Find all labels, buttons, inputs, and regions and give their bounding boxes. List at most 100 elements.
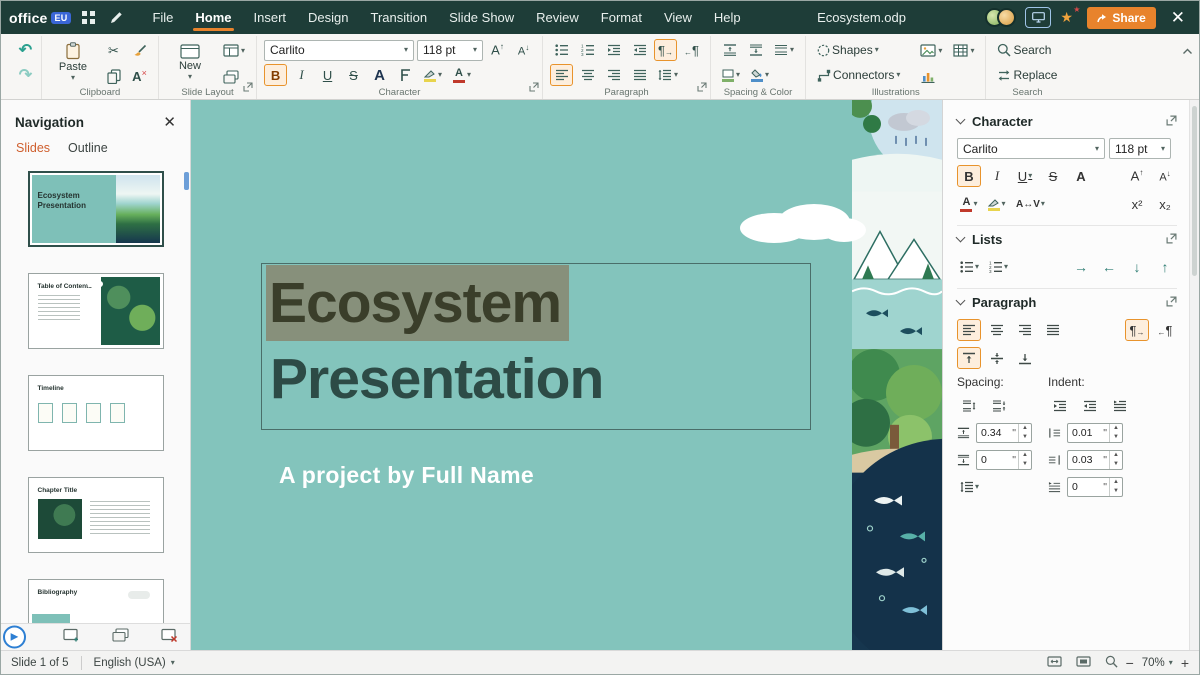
insert-image-button[interactable]: ▾ (916, 40, 946, 62)
line-spacing-button[interactable]: ▾ (654, 64, 682, 86)
title-line-2[interactable]: Presentation (266, 341, 806, 417)
sidebar-font-name-select[interactable]: Carlito ▾ (957, 138, 1105, 159)
spacing-above-input[interactable]: 0.34 " ▲▼ (976, 423, 1032, 443)
close-icon[interactable]: ✕ (1165, 9, 1191, 26)
menu-slide-show[interactable]: Slide Show (438, 1, 525, 34)
undo-button[interactable]: ↶ (14, 39, 37, 61)
zoom-out-button[interactable]: − (1126, 656, 1134, 670)
paste-button[interactable]: Paste ▾ (49, 39, 97, 85)
slide-canvas[interactable]: Ecosystem Presentation A project by Full… (191, 100, 942, 650)
bold-button[interactable]: B (264, 64, 287, 86)
fill-color-button[interactable]: ▾ (747, 64, 773, 86)
sidebar-bold-button[interactable]: B (957, 165, 981, 187)
character-dialog-launcher-icon[interactable] (529, 79, 539, 97)
paragraph-dialog-launcher-icon[interactable] (697, 79, 707, 97)
move-up-button[interactable]: ↑ (1153, 256, 1177, 278)
align-vertical-center-button[interactable] (985, 347, 1009, 369)
indent-before-input[interactable]: 0.01 " ▲▼ (1067, 423, 1123, 443)
sidebar-bullet-list-button[interactable]: ▾ (957, 256, 982, 278)
line-spacing-dropdown-button[interactable]: ▾ (957, 476, 982, 498)
sidebar-subscript-button[interactable]: x₂ (1153, 193, 1177, 215)
numbered-list-button[interactable]: 123 (576, 39, 599, 61)
apps-grid-icon[interactable] (77, 7, 99, 29)
menu-transition[interactable]: Transition (360, 1, 439, 34)
sidebar-numbered-list-button[interactable]: 123 ▾ (986, 256, 1011, 278)
promote-button[interactable]: ← (1097, 256, 1121, 278)
slide-layout-dialog-launcher-icon[interactable] (243, 79, 253, 97)
increase-indent-button[interactable] (602, 39, 625, 61)
sidebar-scrollbar[interactable] (1189, 100, 1199, 650)
sidebar-font-size-select[interactable]: 118 pt ▾ (1109, 138, 1171, 159)
fit-width-icon[interactable] (1047, 656, 1062, 670)
menu-design[interactable]: Design (297, 1, 359, 34)
paragraph-spacing-options-button[interactable]: ▾ (770, 39, 798, 61)
character-formatting-button[interactable]: A (368, 64, 391, 86)
format-paintbrush-button[interactable] (128, 40, 151, 62)
share-button[interactable]: Share (1087, 7, 1155, 29)
zoom-level-select[interactable]: 70% ▾ (1142, 657, 1173, 669)
sidebar-align-right-button[interactable] (1013, 319, 1037, 341)
sidebar-italic-button[interactable]: I (985, 165, 1009, 187)
close-navigation-icon[interactable]: ✕ (163, 113, 176, 131)
sidebar-left-to-right-button[interactable]: ¶→ (1125, 319, 1149, 341)
font-size-select[interactable]: 118 pt ▾ (417, 40, 483, 61)
insert-chart-button[interactable] (916, 66, 939, 88)
sidebar-right-to-left-button[interactable]: ←¶ (1153, 319, 1177, 341)
zoom-search-icon[interactable] (1105, 655, 1118, 671)
sidebar-align-justify-button[interactable] (1041, 319, 1065, 341)
title-line-1[interactable]: Ecosystem (266, 265, 569, 341)
menu-view[interactable]: View (653, 1, 703, 34)
menu-format[interactable]: Format (590, 1, 653, 34)
redo-button[interactable]: ↷ (14, 64, 37, 86)
search-button[interactable]: Search (993, 39, 1055, 61)
character-dialog-launcher-icon[interactable] (1166, 115, 1177, 129)
sidebar-align-center-button[interactable] (985, 319, 1009, 341)
menu-file[interactable]: File (141, 1, 184, 34)
new-slide-button[interactable]: New ▾ (166, 39, 214, 85)
shrink-font-button[interactable]: A↓ (512, 39, 535, 61)
align-top-button[interactable] (957, 347, 981, 369)
sidebar-character-formatting-button[interactable]: A (1069, 165, 1093, 187)
sidebar-strikethrough-button[interactable]: S (1041, 165, 1065, 187)
collapse-ribbon-icon[interactable] (1182, 42, 1193, 60)
align-bottom-button[interactable] (1013, 347, 1037, 369)
subtitle-text[interactable]: A project by Full Name (279, 462, 534, 489)
insert-table-button[interactable]: ▾ (949, 40, 978, 62)
menu-help[interactable]: Help (703, 1, 752, 34)
menu-insert[interactable]: Insert (243, 1, 298, 34)
new-slide-tool-button[interactable] (63, 628, 80, 647)
sidebar-superscript-button[interactable]: x² (1125, 193, 1149, 215)
chevron-down-icon[interactable] (956, 115, 966, 125)
align-justify-button[interactable] (628, 64, 651, 86)
favorites-star-icon[interactable]: ★ ★ (1060, 9, 1078, 27)
slide-thumbnail-5[interactable]: Bibliography (28, 579, 164, 623)
left-to-right-button[interactable]: ¶→ (654, 39, 677, 61)
indent-after-input[interactable]: 0.03 " ▲▼ (1067, 450, 1123, 470)
paragraph-background-button[interactable]: ▾ (718, 64, 744, 86)
align-center-button[interactable] (576, 64, 599, 86)
align-left-button[interactable] (550, 64, 573, 86)
space-below-paragraph-button[interactable] (744, 39, 767, 61)
edit-icon[interactable] (105, 7, 127, 29)
italic-button[interactable]: I (290, 64, 313, 86)
character-style-button[interactable] (394, 64, 417, 86)
decrease-paragraph-spacing-button[interactable] (987, 395, 1011, 417)
slide-thumbnail-2[interactable]: Table of Contents (28, 273, 164, 349)
paragraph-dialog-launcher-icon[interactable] (1166, 296, 1177, 310)
underline-button[interactable]: U (316, 64, 339, 86)
cut-button[interactable]: ✂ (102, 40, 125, 62)
chevron-down-icon[interactable] (956, 296, 966, 306)
sidebar-increase-indent-button[interactable] (1048, 395, 1072, 417)
font-color-button[interactable]: A ▾ (449, 64, 475, 86)
title-text-box[interactable]: Ecosystem Presentation (261, 263, 811, 430)
grow-font-button[interactable]: A↑ (486, 39, 509, 61)
slide-thumbnail-1[interactable]: Ecosystem Presentation (28, 171, 164, 247)
hanging-indent-button[interactable] (1108, 395, 1132, 417)
stepper[interactable]: ▲▼ (1109, 478, 1122, 496)
language-select[interactable]: English (USA) ▾ (94, 657, 175, 669)
bullet-list-button[interactable] (550, 39, 573, 61)
decrease-indent-button[interactable] (628, 39, 651, 61)
copy-button[interactable] (102, 66, 125, 88)
sidebar-character-spacing-button[interactable]: A↔V ▾ (1013, 193, 1048, 215)
align-right-button[interactable] (602, 64, 625, 86)
